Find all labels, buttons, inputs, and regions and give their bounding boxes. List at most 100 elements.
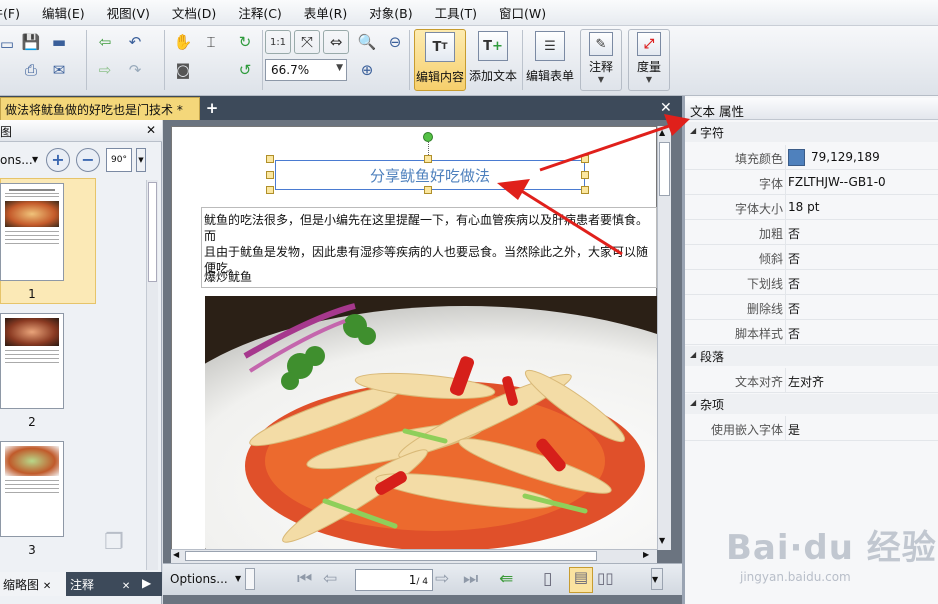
print-icon[interactable]: ⎙ (18, 58, 44, 82)
collapse-icon[interactable]: ◢ (690, 350, 696, 359)
property-row[interactable]: 加粗否 (685, 220, 938, 245)
property-row[interactable]: 下划线否 (685, 270, 938, 295)
back-view-icon[interactable]: ⇚ (499, 569, 513, 589)
single-page-icon[interactable]: ▯ (543, 569, 552, 589)
resize-handle[interactable] (424, 155, 432, 163)
resize-handle[interactable] (581, 186, 589, 194)
property-value[interactable]: 否 (788, 225, 800, 242)
forward-icon[interactable]: ⇨ (92, 58, 118, 82)
resize-handle[interactable] (581, 171, 589, 179)
edit-content-button[interactable]: TT 编辑内容 (414, 29, 466, 91)
menu-file[interactable]: 文件(F) (0, 3, 30, 22)
save-icon[interactable]: 💾 (18, 30, 44, 54)
close-icon[interactable]: ✕ (43, 581, 51, 592)
scan-icon[interactable]: ▬ (46, 30, 72, 54)
thumbnail-page-1[interactable] (0, 183, 64, 281)
property-value[interactable]: 否 (788, 300, 800, 317)
property-row[interactable]: 字体 FZLTHJW--GB1-0 (685, 170, 938, 195)
rotate-handle[interactable] (423, 132, 433, 142)
property-value[interactable]: 否 (788, 275, 800, 292)
menu-document[interactable]: 文档(D) (160, 3, 226, 22)
back-icon[interactable]: ⇦ (92, 30, 118, 54)
rotate-ccw-icon[interactable]: ↺ (232, 58, 258, 82)
resize-handle[interactable] (424, 186, 432, 194)
chevron-down-icon[interactable]: ▼ (659, 536, 665, 545)
menu-edit[interactable]: 编辑(E) (30, 3, 95, 22)
email-icon[interactable]: ✉ (46, 58, 72, 82)
chevron-down-icon[interactable]: ▼ (32, 155, 38, 164)
zoom-in-icon[interactable]: ⊕ (354, 58, 380, 82)
chevron-down-icon[interactable]: ▼ (651, 568, 663, 590)
property-row[interactable]: 使用嵌入字体是 (685, 416, 938, 441)
color-swatch[interactable] (788, 149, 805, 166)
property-row[interactable]: 填充颜色 79,129,189 (685, 145, 938, 170)
next-page-icon[interactable]: ⇨ (435, 569, 449, 589)
property-value[interactable]: 18 pt (788, 200, 819, 214)
zoom-out-icon[interactable]: ⊖ (382, 30, 408, 54)
options-menu[interactable]: Options... (170, 572, 228, 586)
rotate-cw-icon[interactable]: ↻ (232, 30, 258, 54)
property-row[interactable]: 文本对齐 左对齐 (685, 368, 938, 393)
measure-button[interactable]: ⤢ 度量 ▼ (628, 29, 670, 91)
close-icon[interactable]: ✕ (122, 581, 130, 592)
chevron-right-icon[interactable]: ▶ (142, 576, 151, 590)
menu-object[interactable]: 对象(B) (357, 3, 422, 22)
zoom-in-tool-icon[interactable]: 🔍 (354, 30, 380, 54)
undo-icon[interactable]: ↶ (122, 30, 148, 54)
property-value[interactable]: 否 (788, 250, 800, 267)
vertical-scrollbar[interactable]: ▲ ▼ (657, 126, 671, 550)
select-text-icon[interactable]: ⌶ (198, 30, 224, 54)
chevron-left-icon[interactable]: ◀ (173, 550, 179, 559)
facing-pages-icon[interactable]: ▯▯ (597, 569, 614, 587)
collapse-icon[interactable]: ◢ (690, 126, 696, 135)
document-title[interactable]: 分享鱿鱼好吃做法 (370, 165, 490, 186)
scroll-thumb[interactable] (185, 551, 597, 561)
page-number-input[interactable]: 1/ 4 (355, 569, 433, 591)
horizontal-scrollbar[interactable]: ◀ ▶ (171, 549, 657, 563)
previous-page-icon[interactable]: ⇦ (323, 569, 337, 589)
fit-page-icon[interactable]: ⤧ (294, 30, 320, 54)
snapshot-icon[interactable]: ◙ (170, 58, 196, 82)
property-value[interactable]: 是 (788, 421, 800, 438)
last-page-icon[interactable]: ⏭ (463, 569, 478, 589)
property-row[interactable]: 字体大小 18 pt (685, 195, 938, 220)
section-misc[interactable]: ◢ 杂项 (685, 394, 938, 414)
options-menu[interactable]: ons... (0, 153, 33, 167)
document-tab[interactable]: 做法将鱿鱼做的好吃也是门技术 * (0, 97, 200, 120)
collapse-icon[interactable]: ◢ (690, 398, 696, 407)
resize-handle[interactable] (266, 155, 274, 163)
menu-comment[interactable]: 注释(C) (226, 3, 291, 22)
subheading[interactable]: 爆炒鱿鱼 (204, 268, 252, 285)
resize-handle[interactable] (581, 155, 589, 163)
redo-icon[interactable]: ↷ (122, 58, 148, 82)
menu-form[interactable]: 表单(R) (292, 3, 357, 22)
continuous-page-icon[interactable]: ▤ (569, 567, 593, 593)
chevron-up-icon[interactable]: ▲ (659, 128, 665, 137)
tab-thumbnails[interactable]: 缩略图 ✕ (0, 572, 66, 596)
thumbnail-page-2[interactable] (0, 313, 64, 409)
annotate-button[interactable]: ✎ 注释 ▼ (580, 29, 622, 91)
zoom-in-icon[interactable]: + (46, 148, 70, 172)
actual-size-icon[interactable]: 1:1 (265, 30, 291, 54)
zoom-out-icon[interactable]: − (76, 148, 100, 172)
scroll-thumb[interactable] (659, 142, 670, 196)
chevron-right-icon[interactable]: ▶ (643, 550, 649, 559)
property-row[interactable]: 删除线否 (685, 295, 938, 320)
menu-window[interactable]: 窗口(W) (487, 3, 556, 22)
food-photo[interactable] (205, 296, 657, 550)
thumbnail-page-3[interactable] (0, 441, 64, 537)
property-value[interactable]: FZLTHJW--GB1-0 (788, 175, 886, 189)
body-paragraph[interactable]: 鱿鱼的吃法很多，但是小编先在这里提醒一下，有心血管疾病以及肝病患者要慎食。而 且… (204, 212, 657, 276)
resize-handle[interactable] (266, 186, 274, 194)
property-value[interactable]: 79,129,189 (811, 150, 880, 164)
fit-width-icon[interactable]: ⇔ (323, 30, 349, 54)
new-tab-icon[interactable]: + (204, 101, 220, 117)
hand-icon[interactable]: ✋ (170, 30, 196, 54)
first-page-icon[interactable]: ⏮ (297, 569, 312, 589)
tab-annotations[interactable]: 注释 ✕ (70, 576, 130, 593)
chevron-down-icon[interactable]: ▼ (136, 148, 146, 172)
property-value[interactable]: 左对齐 (788, 373, 824, 390)
property-row[interactable]: 脚本样式否 (685, 320, 938, 345)
chevron-down-icon[interactable] (245, 568, 255, 590)
open-icon[interactable]: ▭ (0, 32, 20, 56)
